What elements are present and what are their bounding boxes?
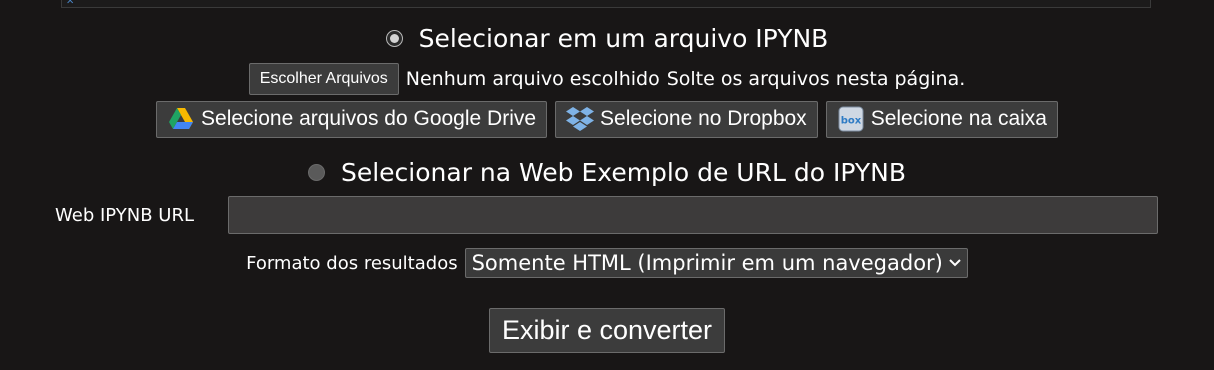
box-icon-text: box: [840, 116, 861, 127]
chevron-down-icon: [949, 255, 961, 271]
google-drive-icon: [167, 105, 195, 133]
cloud-sources-row: Selecione arquivos do Google Drive Selec…: [0, 100, 1214, 138]
converter-form: ✕ Selecionar em um arquivo IPYNB Escolhe…: [0, 0, 1214, 370]
url-input[interactable]: [228, 196, 1158, 234]
web-option: Selecionar na Web Exemplo de URL do IPYN…: [0, 154, 1214, 190]
dropbox-icon: [566, 105, 595, 133]
dropbox-label: Selecione no Dropbox: [600, 107, 807, 130]
url-label: Web IPYNB URL: [55, 205, 194, 226]
format-select[interactable]: Somente HTML (Imprimir em um navegador): [464, 248, 968, 278]
format-row: Formato dos resultados Somente HTML (Imp…: [0, 247, 1214, 279]
file-chooser-row: Escolher Arquivos Nenhum arquivo escolhi…: [0, 62, 1214, 96]
upload-radio-label: Selecionar em um arquivo IPYNB: [418, 23, 829, 53]
submit-row: Exibir e converter: [0, 307, 1214, 353]
convert-button[interactable]: Exibir e converter: [488, 307, 726, 353]
upload-option: Selecionar em um arquivo IPYNB: [0, 20, 1214, 56]
format-label: Formato dos resultados: [246, 252, 458, 274]
choose-files-button[interactable]: Escolher Arquivos: [248, 63, 399, 95]
web-radio-label: Selecionar na Web Exemplo de URL do IPYN…: [340, 157, 906, 187]
google-drive-button[interactable]: Selecione arquivos do Google Drive: [156, 100, 548, 138]
google-drive-label: Selecione arquivos do Google Drive: [201, 107, 537, 130]
upload-radio[interactable]: [385, 29, 403, 47]
top-input-area[interactable]: ✕: [61, 0, 1151, 8]
drop-hint: Solte os arquivos nesta página.: [666, 68, 966, 90]
box-label: Selecione na caixa: [870, 107, 1047, 130]
dropbox-button[interactable]: Selecione no Dropbox: [555, 100, 818, 138]
box-button[interactable]: box Selecione na caixa: [825, 100, 1058, 138]
file-status: Nenhum arquivo escolhido: [405, 68, 660, 90]
box-icon: box: [837, 105, 865, 133]
resize-grip-icon[interactable]: ✕: [66, 0, 74, 7]
format-selected-value: Somente HTML (Imprimir em um navegador): [471, 251, 943, 275]
web-radio[interactable]: [307, 163, 325, 181]
